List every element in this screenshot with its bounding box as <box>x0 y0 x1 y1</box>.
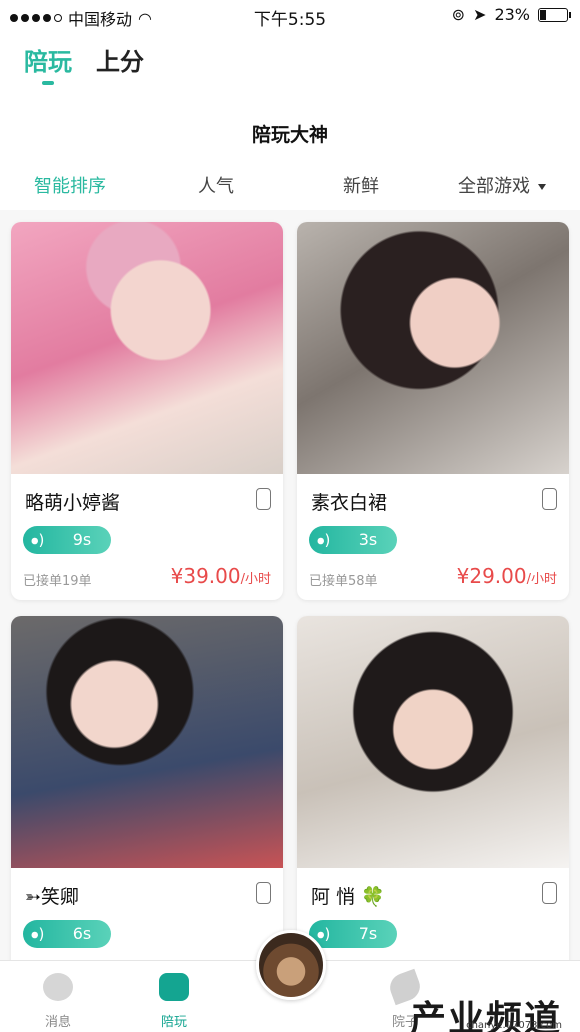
location-icon: ➤ <box>473 5 487 24</box>
active-tab-indicator <box>42 81 54 85</box>
player-name: ➳笑卿 <box>25 882 79 909</box>
select-checkbox[interactable] <box>542 882 557 904</box>
player-name-text: 笑卿 <box>40 886 79 908</box>
voice-intro-button[interactable]: ⦁) 9s <box>23 526 111 554</box>
voice-intro-button[interactable]: ⦁) 6s <box>23 920 111 948</box>
fish-icon: ➳ <box>25 886 41 908</box>
watermark-url: chanye.07073.com <box>466 1020 562 1031</box>
filter-smart-sort[interactable]: 智能排序 <box>34 172 106 198</box>
order-count: 已接单58单 <box>309 574 378 589</box>
tab-label: 消息 <box>44 1015 71 1030</box>
status-bar: 中国移动 ◠ 下午5:55 ⊚ ➤ 23% <box>0 0 580 30</box>
rotation-lock-icon: ⊚ <box>451 5 466 24</box>
player-card[interactable]: 素衣白裙 ⦁) 3s 已接单58单 ¥29.00/小时 <box>297 222 569 600</box>
player-photo[interactable] <box>297 222 569 474</box>
player-card[interactable]: 阿 悄 🍀 ⦁) 7s <box>297 616 569 994</box>
filter-all-games-label: 全部游戏 <box>458 176 530 197</box>
price-value: ¥29.00 <box>456 564 527 588</box>
select-checkbox[interactable] <box>542 488 557 510</box>
voice-duration: 9s <box>72 530 92 549</box>
top-header: 陪玩 上分 <box>0 30 580 110</box>
player-name: 素衣白裙 <box>311 492 388 514</box>
player-card[interactable]: ➳笑卿 ⦁) 6s <box>11 616 283 994</box>
price-unit: /小时 <box>526 572 557 587</box>
section-title: 陪玩大神 <box>251 124 328 146</box>
battery-percent: 23% <box>494 5 530 24</box>
chat-bubble-icon <box>43 973 73 1001</box>
price-tag: ¥39.00/小时 <box>171 564 271 588</box>
player-photo[interactable] <box>297 616 569 868</box>
tab-shangfen[interactable]: 上分 <box>96 42 144 77</box>
player-card[interactable]: 略萌小婷酱 ⦁) 9s 已接单19单 ¥39.00/小时 <box>11 222 283 600</box>
filter-fresh[interactable]: 新鲜 <box>343 172 379 198</box>
section-header: 陪玩大神 智能排序 人气 新鲜 全部游戏 <box>0 110 580 210</box>
voice-duration: 6s <box>72 924 92 943</box>
select-checkbox[interactable] <box>256 488 271 510</box>
price-unit: /小时 <box>240 572 271 587</box>
player-name-text: 阿 悄 <box>311 886 356 908</box>
clover-icon: 🍀 <box>361 886 385 908</box>
tab-label: 陪玩 <box>160 1015 187 1030</box>
caret-down-icon <box>538 184 546 190</box>
player-name: 阿 悄 🍀 <box>311 882 385 909</box>
voice-intro-button[interactable]: ⦁) 7s <box>309 920 397 948</box>
price-tag: ¥29.00/小时 <box>457 564 557 588</box>
filter-popular[interactable]: 人气 <box>198 172 234 198</box>
gamepad-icon <box>159 973 189 1001</box>
voice-duration: 7s <box>358 924 378 943</box>
order-count: 已接单19单 <box>23 574 92 589</box>
voice-intro-button[interactable]: ⦁) 3s <box>309 526 397 554</box>
tab-messages[interactable]: 消息 <box>18 961 98 1032</box>
battery-icon <box>538 7 571 22</box>
player-name: 略萌小婷酱 <box>25 492 121 514</box>
tab-peiwan[interactable]: 陪玩 <box>24 42 72 77</box>
status-right: ⊚ ➤ 23% <box>451 5 571 24</box>
filter-all-games[interactable]: 全部游戏 <box>458 172 546 198</box>
select-checkbox[interactable] <box>256 882 271 904</box>
player-photo[interactable] <box>11 222 283 474</box>
tab-peiwan-bottom[interactable]: 陪玩 <box>134 961 214 1032</box>
price-value: ¥39.00 <box>170 564 241 588</box>
voice-duration: 3s <box>358 530 378 549</box>
player-photo[interactable] <box>11 616 283 868</box>
center-dog-avatar-button[interactable] <box>256 930 326 1000</box>
